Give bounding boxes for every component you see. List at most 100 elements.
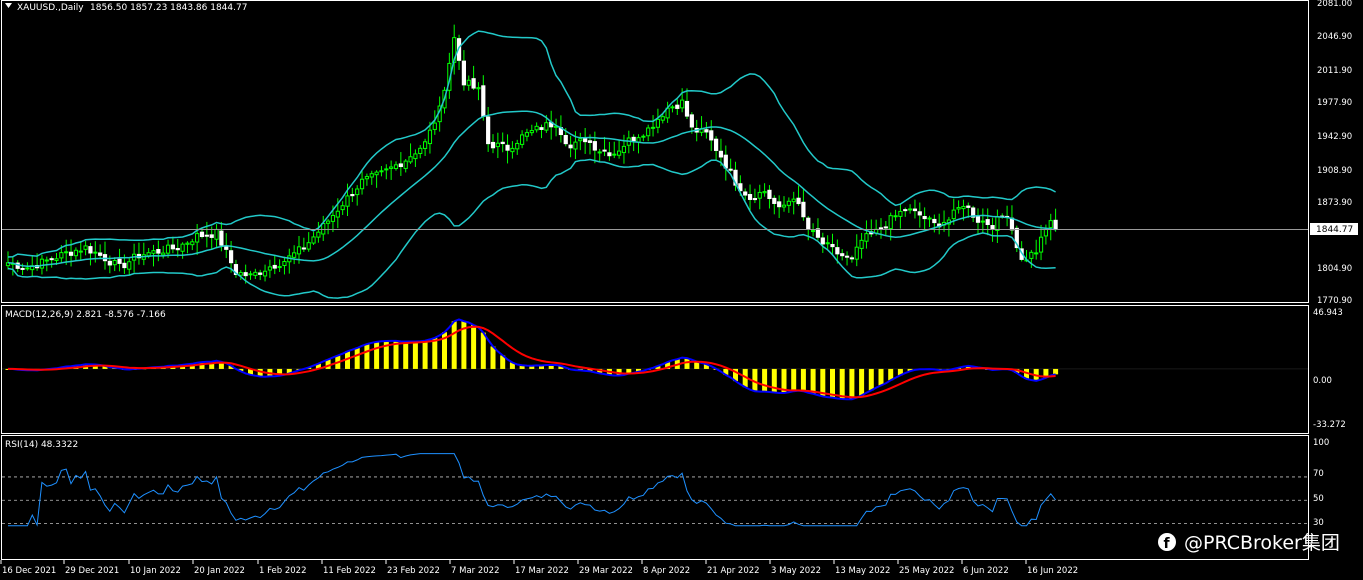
candle-body [859,239,864,249]
candle-body [219,230,224,246]
candle-body [820,237,825,245]
candle-body [345,195,350,207]
candle-body [262,270,268,277]
candle-body [587,140,593,143]
candle-body [675,104,680,109]
time-axis-tick: 8 Apr 2022 [643,566,690,576]
candle-body [757,191,762,199]
macd-histogram-bar [791,368,797,392]
candle-body [592,141,597,151]
time-axis-tick: 3 May 2022 [771,566,821,576]
price-axis-tick: 1908.90 [1317,166,1352,176]
candle-body [102,254,108,262]
candle-body [888,215,893,230]
candle-body [486,116,491,145]
candle-body [238,272,243,276]
candle-body [660,116,665,121]
candle-body [743,191,748,196]
candle-body [185,242,190,245]
candle-body [175,247,180,251]
candle-body [762,191,767,194]
rsi-axis-tick: 30 [1313,518,1324,528]
candle-body [54,258,59,261]
bollinger-lower-band [7,158,1056,299]
candle-body [1038,236,1044,253]
candle-body [650,126,656,129]
candle-body [927,217,932,220]
time-axis-tick: 20 Jan 2022 [194,566,245,576]
candle-body [248,273,253,276]
rsi-axis-tick: 50 [1313,494,1324,504]
candle-body [1029,251,1034,259]
candle-body [617,150,622,156]
time-axis-tick: 25 May 2022 [899,566,954,576]
candle-body [78,250,83,253]
candle-body [461,60,466,86]
candle-body [898,210,903,217]
candle-body [112,259,117,266]
candle-body [864,233,869,242]
candle-body [151,250,156,254]
macd-panel-frame [1,305,1309,434]
candle-body [893,215,898,218]
macd-histogram-bar [354,347,360,369]
rsi-panel-frame [1,435,1309,560]
candle-body [59,252,64,259]
candle-body [214,228,219,240]
candle-body [277,266,282,269]
candle-body [393,164,399,170]
candle-body [93,251,98,254]
time-axis-tick: 7 Mar 2022 [451,566,499,576]
last-price-tag: 1844.77 [1316,225,1353,235]
candle-body [311,236,316,244]
candle-body [495,142,500,148]
price-axis-tick: 1804.90 [1317,264,1352,274]
candle-body [413,153,418,160]
candle-body [568,144,573,149]
price-panel-frame [1,0,1309,303]
candle-body [98,252,103,256]
candle-body [844,255,850,258]
rsi-axis-tick: 100 [1313,438,1329,448]
candle-body [389,166,394,169]
candle-body [825,242,830,245]
candle-body [903,209,908,212]
time-axis-tick: 6 Jun 2022 [963,566,1009,576]
macd-plot [2,318,1308,401]
candle-body [922,215,927,220]
candle-body [529,130,534,134]
candle-body [190,241,195,246]
candle-body [801,201,806,218]
time-axis-tick: 17 Mar 2022 [515,566,569,576]
time-axis-tick: 21 Apr 2022 [707,566,760,576]
rsi-plot [2,453,1308,527]
macd-histogram-bar [374,341,380,369]
price-axis-tick: 1770.90 [1317,296,1352,306]
candle-body [340,205,345,211]
candle-body [204,234,209,237]
candle-body [505,144,510,151]
time-axis-tick: 10 Jan 2022 [130,566,181,576]
candle-body [471,78,476,89]
price-axis-tick: 1873.90 [1317,198,1352,208]
candle-body [641,135,646,138]
candle-body [321,222,326,235]
candle-body [369,173,374,178]
candle-body [117,258,122,264]
candle-body [961,205,966,210]
macd-line [7,318,1056,401]
macd-histogram-bar [432,337,438,369]
candle-body [301,247,306,250]
candle-body [359,178,365,190]
candle-body [951,209,956,220]
dropdown-triangle-icon[interactable] [5,3,12,8]
macd-axis-tick: -33.272 [1313,420,1346,430]
candle-body [563,135,568,145]
candle-body [631,136,636,142]
candle-body [718,150,724,158]
candle-body [655,118,660,128]
candle-body [68,251,74,256]
candle-body [25,267,30,270]
macd-histogram-bar [868,368,874,391]
macd-histogram-bar [1053,368,1059,375]
